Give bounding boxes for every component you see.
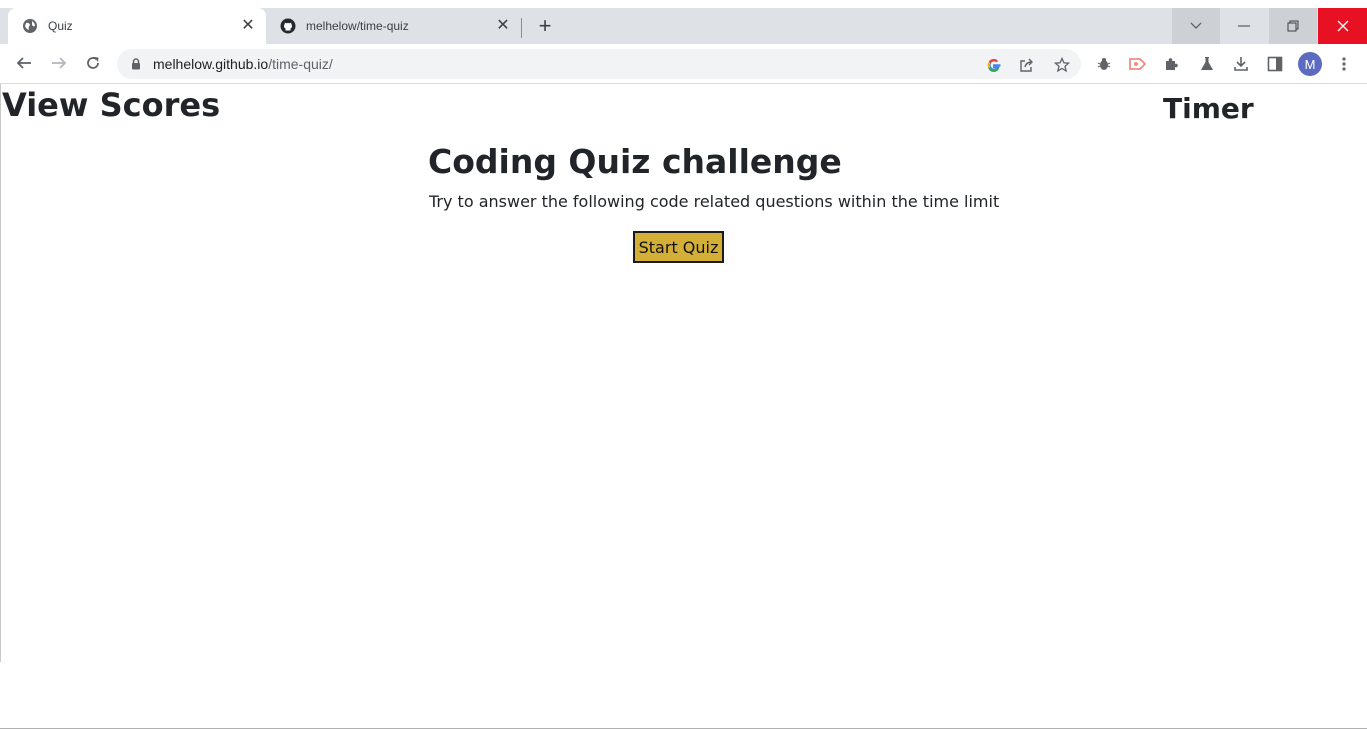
google-icon[interactable] [985, 56, 1003, 74]
globe-icon [22, 18, 38, 34]
timer-label: Timer [1163, 92, 1254, 125]
url-path: /time-quiz/ [268, 56, 333, 72]
page-left-border [0, 84, 1, 662]
more-menu-icon[interactable] [1334, 54, 1354, 74]
restore-icon[interactable] [1269, 8, 1317, 44]
close-icon[interactable]: ✕ [240, 18, 256, 34]
reload-icon[interactable] [80, 50, 106, 76]
share-icon[interactable] [1018, 56, 1036, 74]
download-icon[interactable] [1231, 54, 1251, 74]
quiz-title: Coding Quiz challenge [428, 142, 842, 181]
view-scores-link[interactable]: View Scores [2, 86, 220, 124]
tab-quiz[interactable]: Quiz ✕ [8, 8, 266, 44]
extensions-puzzle-icon[interactable] [1162, 54, 1182, 74]
labs-flask-icon[interactable] [1197, 54, 1217, 74]
bug-extension-icon[interactable] [1094, 54, 1114, 74]
forward-arrow-icon[interactable] [46, 50, 72, 76]
tab-strip: Quiz ✕ melhelow/time-quiz ✕ + [0, 8, 1367, 44]
browser-toolbar: melhelow.github.io/time-quiz/ M [0, 44, 1367, 84]
url-text: melhelow.github.io/time-quiz/ [153, 56, 333, 72]
profile-avatar[interactable]: M [1298, 52, 1322, 76]
github-icon [280, 18, 296, 34]
minimize-icon[interactable] [1220, 8, 1268, 44]
side-panel-icon[interactable] [1265, 54, 1285, 74]
url-domain: melhelow.github.io [153, 56, 269, 72]
lock-icon[interactable] [129, 57, 143, 71]
tab-title: Quiz [48, 19, 73, 33]
bookmark-star-icon[interactable] [1053, 56, 1071, 74]
window-top-edge [0, 0, 1367, 8]
address-bar[interactable]: melhelow.github.io/time-quiz/ [117, 49, 1081, 79]
video-extension-icon[interactable] [1128, 54, 1148, 74]
close-window-icon[interactable] [1318, 8, 1367, 44]
close-icon[interactable]: ✕ [495, 18, 511, 34]
page-content: View Scores Timer Coding Quiz challenge … [0, 84, 1367, 710]
back-arrow-icon[interactable] [11, 50, 37, 76]
start-quiz-button[interactable]: Start Quiz [633, 231, 724, 263]
tab-search-icon[interactable] [1172, 8, 1220, 44]
quiz-description: Try to answer the following code related… [429, 192, 1000, 211]
tab-github[interactable]: melhelow/time-quiz ✕ [266, 8, 521, 44]
tab-title: melhelow/time-quiz [306, 19, 409, 33]
tab-separator [521, 18, 522, 38]
new-tab-icon[interactable]: + [533, 14, 557, 38]
